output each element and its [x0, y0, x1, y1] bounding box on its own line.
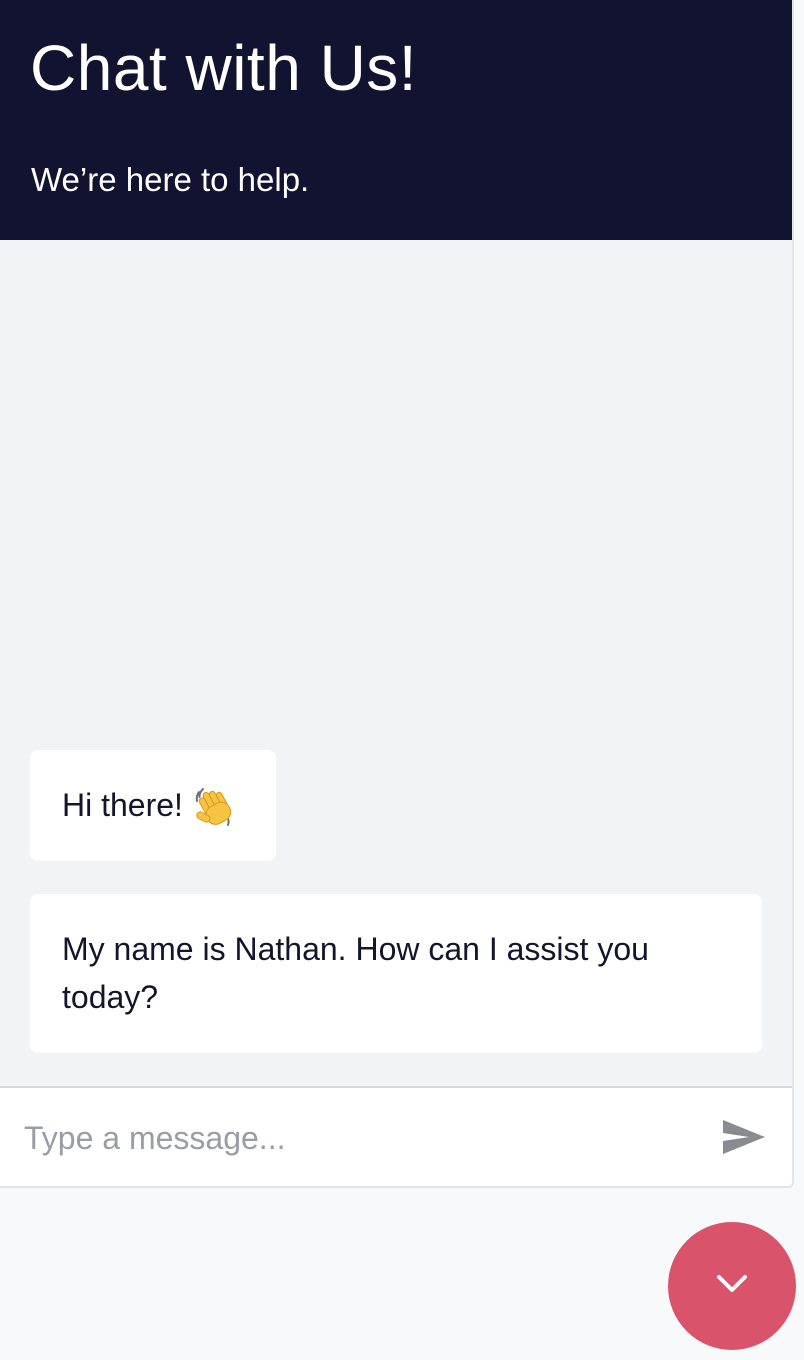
- message-composer: [0, 1086, 792, 1186]
- chat-widget: Chat with Us! We’re here to help. Hi the…: [0, 0, 794, 1188]
- send-button[interactable]: [716, 1116, 772, 1162]
- send-icon: [721, 1118, 767, 1161]
- chat-message: Hi there!: [30, 750, 276, 861]
- waving-hand-icon: [191, 786, 235, 830]
- chat-header: Chat with Us! We’re here to help.: [0, 0, 792, 240]
- chat-subtitle: We’re here to help.: [31, 161, 310, 198]
- chat-title: Chat with Us!: [30, 32, 418, 104]
- chat-toggle-button[interactable]: [668, 1222, 796, 1350]
- chat-message-text: Hi there!: [62, 787, 183, 823]
- chevron-down-icon: [715, 1273, 749, 1300]
- message-input[interactable]: [24, 1114, 684, 1162]
- chat-message: My name is Nathan. How can I assist you …: [30, 894, 762, 1053]
